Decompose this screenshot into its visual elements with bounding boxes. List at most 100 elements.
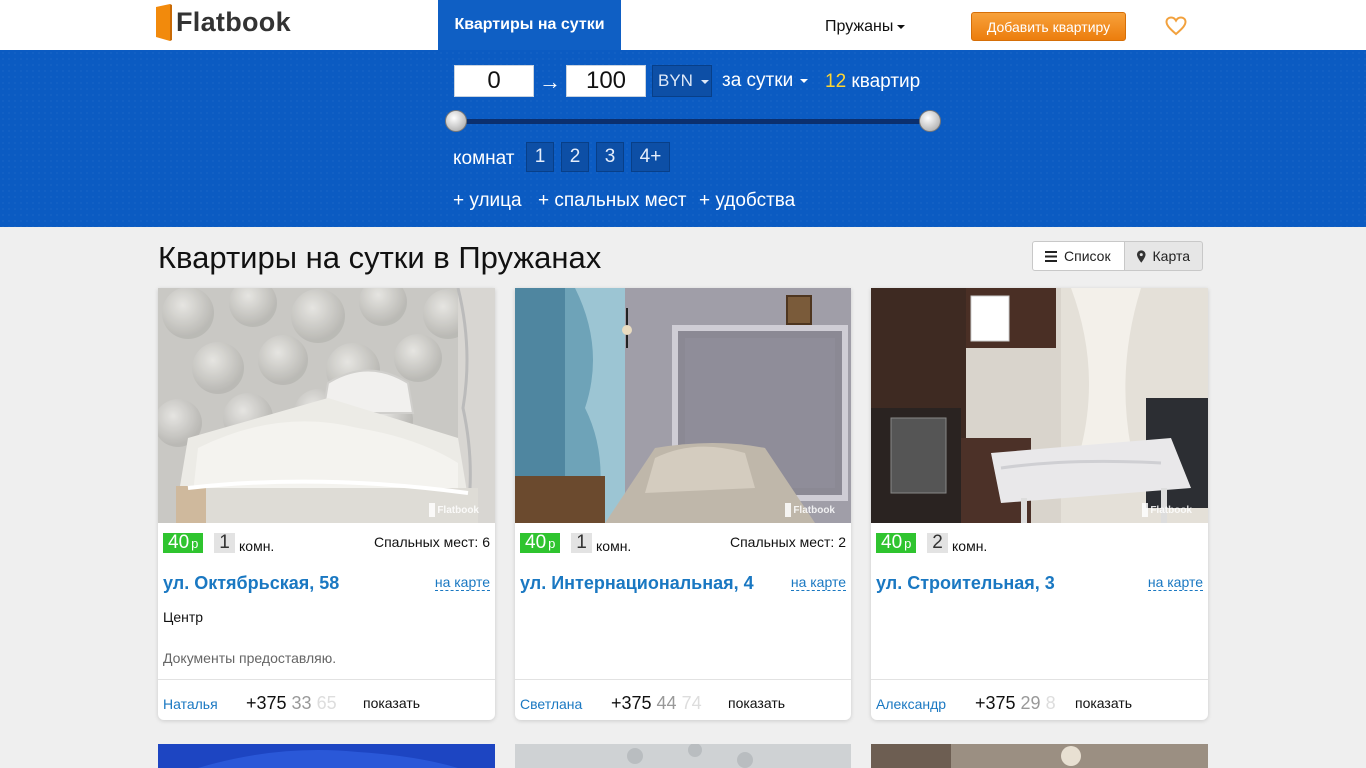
phone-fade: 33 xyxy=(291,693,317,713)
price-slider-min-handle[interactable] xyxy=(445,110,467,132)
heart-icon[interactable] xyxy=(1165,16,1187,36)
caret-down-icon xyxy=(800,78,809,83)
view-list-label: Список xyxy=(1064,248,1111,264)
view-toggle: Список Карта xyxy=(1032,241,1203,271)
price-value: 40 xyxy=(525,532,547,553)
price-badge: 40 р xyxy=(876,532,917,553)
listing-address-link[interactable]: ул. Интернациональная, 4 xyxy=(520,573,754,594)
price-badge: 40 р xyxy=(520,532,561,553)
logo-text: Flatbook xyxy=(176,6,291,37)
rooms-unit: комн. xyxy=(596,538,632,554)
listing-photo[interactable]: Flatbook xyxy=(158,288,495,523)
price-value: 40 xyxy=(168,532,190,553)
view-list-button[interactable]: Список xyxy=(1032,241,1125,271)
rooms-badge: 2 xyxy=(927,533,948,553)
rooms-unit: комн. xyxy=(952,538,988,554)
view-map-button[interactable]: Карта xyxy=(1124,241,1203,271)
period-dropdown[interactable]: за сутки xyxy=(722,70,809,92)
watermark: Flatbook xyxy=(785,503,835,517)
price-slider-track[interactable] xyxy=(456,119,930,124)
view-map-label: Карта xyxy=(1152,248,1190,264)
phone-number: +375 33 65 xyxy=(246,693,337,714)
results-count-number: 12 xyxy=(825,71,847,92)
list-icon xyxy=(1045,250,1057,262)
map-marker-icon xyxy=(1137,249,1146,263)
price-unit: р xyxy=(904,536,912,551)
listing-card[interactable]: Flatbook 40 р 1 комн. Спальных мест: 6 ул… xyxy=(158,288,495,720)
district: Центр xyxy=(163,609,204,625)
listing-photo[interactable]: Flatbook xyxy=(871,288,1208,523)
phone-fade: 29 xyxy=(1020,693,1046,713)
filter-street-link[interactable]: + улица xyxy=(453,190,522,212)
phone-number: +375 29 8 xyxy=(975,693,1056,714)
show-phone-button[interactable]: показать xyxy=(728,695,785,711)
phone-fade: 44 xyxy=(656,693,682,713)
owner-name-link[interactable]: Александр xyxy=(876,696,946,712)
beds-count: Спальных мест: 2 xyxy=(729,534,846,550)
divider xyxy=(871,679,1208,680)
city-selector[interactable]: Пружаны xyxy=(825,18,906,36)
show-on-map-link[interactable]: на карте xyxy=(790,574,846,591)
listing-card[interactable]: Flatbook 40 р 1 комн. Спальных мест: 2 ул… xyxy=(515,288,851,720)
price-max-input[interactable]: 100 xyxy=(566,65,646,97)
rooms-option-4plus[interactable]: 4+ xyxy=(631,142,670,172)
logo-door-icon xyxy=(785,503,792,517)
watermark: Flatbook xyxy=(1142,503,1192,517)
listing-card[interactable]: Flatbook 40 р 2 комн. ул. Строительная, 3… xyxy=(871,288,1208,720)
listing-photo-partial[interactable] xyxy=(515,744,851,768)
price-slider-max-handle[interactable] xyxy=(919,110,941,132)
beds-count: Спальных мест: 6 xyxy=(373,534,490,550)
show-on-map-link[interactable]: на карте xyxy=(434,574,490,591)
show-phone-button[interactable]: показать xyxy=(363,695,420,711)
filter-beds-link[interactable]: + спальных мест xyxy=(538,190,686,212)
results-count: 12 квартир xyxy=(825,71,920,93)
filters-panel: 0 → 100 BYN за сутки 12 квартир комнат 1… xyxy=(0,50,1366,227)
period-label: за сутки xyxy=(722,70,794,91)
add-apartment-button[interactable]: Добавить квартиру xyxy=(971,12,1126,41)
watermark-label: Flatbook xyxy=(793,504,835,516)
phone-visible: +375 xyxy=(975,693,1021,713)
rooms-label: комнат xyxy=(453,148,515,169)
currency-label: BYN xyxy=(658,71,693,90)
listing-address-link[interactable]: ул. Октябрьская, 58 xyxy=(163,573,339,594)
logo-door-icon xyxy=(429,503,436,517)
price-range-arrow: → xyxy=(539,69,561,94)
listing-photo[interactable]: Flatbook xyxy=(515,288,851,523)
watermark: Flatbook xyxy=(429,503,479,517)
filter-amenities-link[interactable]: + удобства xyxy=(699,190,795,212)
listing-photo-partial[interactable] xyxy=(871,744,1208,768)
price-unit: р xyxy=(191,536,199,551)
listing-description: Документы предоставляю. xyxy=(163,650,337,666)
logo-door-icon xyxy=(154,4,172,41)
price-unit: р xyxy=(548,536,556,551)
nav-daily-apartments[interactable]: Квартиры на сутки xyxy=(438,0,621,50)
currency-dropdown[interactable]: BYN xyxy=(652,65,712,97)
phone-number: +375 44 74 xyxy=(611,693,702,714)
page-title: Квартиры на сутки в Пружанах xyxy=(158,240,602,275)
caret-down-icon xyxy=(700,79,709,84)
watermark-label: Flatbook xyxy=(1150,504,1192,516)
show-on-map-link[interactable]: на карте xyxy=(1147,574,1203,591)
price-value: 40 xyxy=(881,532,903,553)
show-phone-button[interactable]: показать xyxy=(1075,695,1132,711)
caret-down-icon xyxy=(897,24,906,29)
divider xyxy=(158,679,495,680)
rooms-option-2[interactable]: 2 xyxy=(561,142,589,172)
top-navbar: Flatbook Квартиры на сутки Пружаны Добав… xyxy=(0,0,1366,50)
listing-photo-partial[interactable] xyxy=(158,744,495,768)
rooms-badge: 1 xyxy=(214,533,235,553)
price-min-input[interactable]: 0 xyxy=(454,65,534,97)
phone-visible: +375 xyxy=(611,693,657,713)
city-label: Пружаны xyxy=(825,18,894,35)
rooms-option-1[interactable]: 1 xyxy=(526,142,554,172)
phone-fade-2: 74 xyxy=(681,693,702,713)
listing-address-link[interactable]: ул. Строительная, 3 xyxy=(876,573,1055,594)
owner-name-link[interactable]: Светлана xyxy=(520,696,582,712)
rooms-option-3[interactable]: 3 xyxy=(596,142,624,172)
owner-name-link[interactable]: Наталья xyxy=(163,696,218,712)
phone-fade-2: 8 xyxy=(1045,693,1056,713)
rooms-unit: комн. xyxy=(239,538,275,554)
logo[interactable]: Flatbook xyxy=(154,4,291,41)
divider xyxy=(515,679,851,680)
logo-door-icon xyxy=(1142,503,1149,517)
